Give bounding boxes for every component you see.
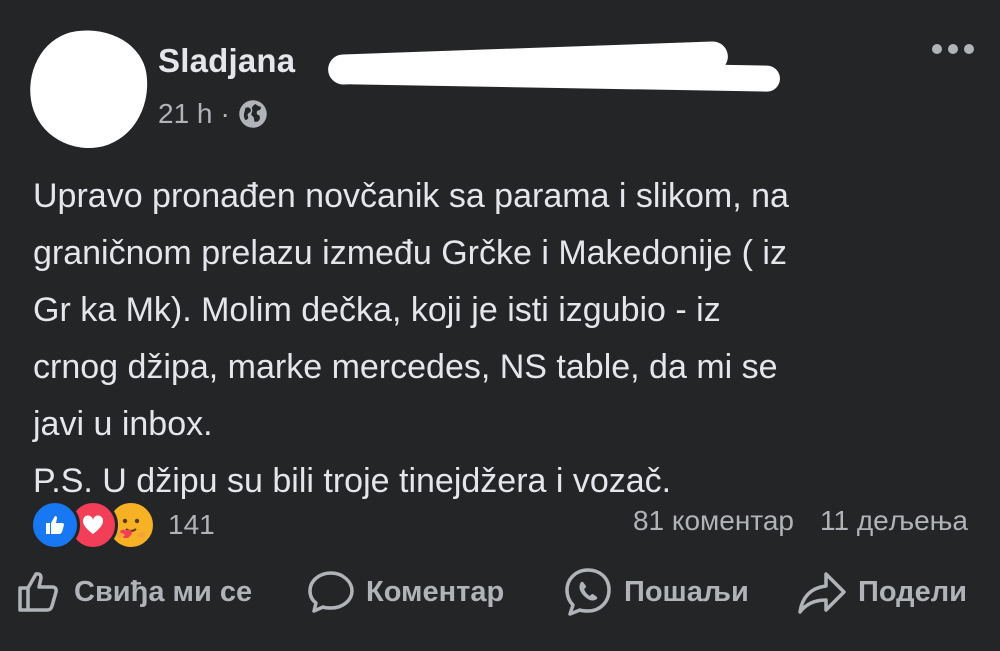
author-name[interactable]: Sladjana xyxy=(158,42,295,80)
reactions-summary[interactable]: 141 xyxy=(30,500,215,550)
share-button[interactable]: Подели xyxy=(796,568,967,616)
reaction-count[interactable]: 141 xyxy=(168,509,215,541)
post-card: Sladjana 21 h · Upravo pronađen novčanik… xyxy=(0,0,1000,651)
post-stats: 81 коментар 11 дељења xyxy=(633,505,968,537)
comment-button[interactable]: Коментар xyxy=(306,567,504,617)
comment-count[interactable]: 81 коментар xyxy=(633,505,794,537)
thumbs-up-icon xyxy=(18,572,58,612)
send-label: Пошаљи xyxy=(624,575,749,608)
timestamp[interactable]: 21 h xyxy=(158,98,213,130)
send-button[interactable]: Пошаљи xyxy=(562,566,749,618)
meta-separator: · xyxy=(220,98,230,129)
comment-icon xyxy=(308,571,354,613)
share-count[interactable]: 11 дељења xyxy=(820,505,968,537)
avatar[interactable] xyxy=(22,22,156,156)
more-options-icon[interactable] xyxy=(932,44,974,54)
like-icon xyxy=(30,500,80,550)
messenger-send-icon xyxy=(565,568,611,616)
share-label: Подели xyxy=(858,575,967,608)
post-text: Upravo pronađen novčanik sa parama i sli… xyxy=(33,177,789,500)
globe-icon xyxy=(239,100,267,128)
like-label: Свиђа ми се xyxy=(74,575,253,608)
post-meta: 21 h · xyxy=(158,98,268,130)
share-arrow-icon xyxy=(798,572,846,614)
comment-label: Коментар xyxy=(366,575,505,608)
like-button[interactable]: Свиђа ми се xyxy=(16,568,252,616)
